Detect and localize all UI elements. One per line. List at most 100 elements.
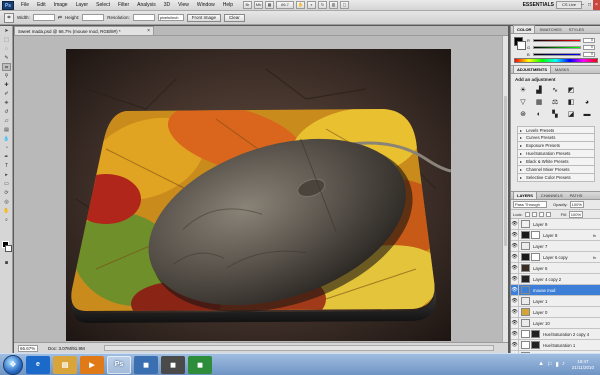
exposure-icon[interactable]: ◩ — [565, 86, 577, 95]
document-tab[interactable]: Sweet mada.psd @ 66.7% (mouse mod, RGB/8… — [14, 26, 154, 35]
menu-filter[interactable]: Filter — [114, 0, 133, 11]
history-brush-tool-icon[interactable]: ↺ — [2, 108, 11, 116]
slider-value-field[interactable]: 0 — [583, 44, 595, 50]
height-field[interactable] — [82, 14, 105, 21]
lock-position-icon[interactable] — [538, 211, 544, 217]
show-hidden-icons-icon[interactable]: ▲ — [538, 361, 544, 368]
document-size-info[interactable]: Doc: 3.07M/91.9M — [48, 346, 85, 351]
visibility-eye-icon[interactable]: 👁 — [511, 273, 519, 285]
front-image-button[interactable]: Front Image — [186, 13, 222, 22]
slider-value-field[interactable]: 0 — [583, 37, 595, 43]
move-tool-icon[interactable]: ➤ — [2, 27, 11, 35]
taskbar-app-pinned-1[interactable]: ◼ — [134, 355, 158, 374]
tab-channels[interactable]: CHANNELS — [538, 192, 566, 199]
quick-selection-tool-icon[interactable]: ✎ — [2, 54, 11, 62]
vibrance-icon[interactable]: ▽ — [517, 98, 529, 107]
layer-row[interactable]: 👁 Hue/Saturation 2 copy 4 — [511, 328, 600, 340]
background-color-chip[interactable] — [517, 41, 526, 50]
layer-effects-icon[interactable]: fx — [593, 233, 596, 238]
tab-swatches[interactable]: SWATCHES — [536, 26, 564, 33]
close-document-icon[interactable]: × — [147, 28, 150, 34]
gradient-map-icon[interactable]: ▬ — [581, 110, 593, 119]
visibility-eye-icon[interactable]: 👁 — [511, 306, 519, 318]
action-center-icon[interactable]: ⚐ — [547, 361, 552, 368]
visibility-eye-icon[interactable]: 👁 — [511, 339, 519, 351]
volume-icon[interactable]: ♪ — [562, 361, 565, 368]
slider-track[interactable] — [533, 52, 581, 56]
adjustment-preset-item[interactable]: Channel Mixer Presets — [517, 166, 595, 174]
brush-tool-icon[interactable]: ✐ — [2, 90, 11, 98]
layer-row[interactable]: 👁 Layer 0 — [511, 306, 600, 318]
adjustment-preset-item[interactable]: Exposure Presets — [517, 142, 595, 150]
layer-row[interactable]: 👁 Layer 6 copy fx — [511, 251, 600, 263]
visibility-eye-icon[interactable]: 👁 — [511, 218, 519, 230]
zoom-level-field[interactable]: 66.7 — [276, 1, 295, 9]
slider-value-field[interactable]: 0 — [583, 51, 595, 57]
workspace-switcher[interactable]: ESSENTIALS — [523, 2, 554, 8]
adjustment-preset-item[interactable]: Curves Presets — [517, 134, 595, 142]
layer-row[interactable]: 👁 Layer 7 — [511, 240, 600, 252]
rotate-view-icon[interactable]: ↻ — [318, 1, 328, 9]
close-button[interactable]: × — [593, 0, 600, 10]
tab-masks[interactable]: MASKS — [552, 66, 572, 73]
visibility-eye-icon[interactable]: 👁 — [511, 251, 519, 263]
visibility-eye-icon[interactable]: 👁 — [511, 295, 519, 307]
background-color-swatch[interactable] — [5, 245, 12, 252]
zoom-tool-icon[interactable]: ⌕ — [307, 1, 317, 9]
status-zoom-field[interactable]: 66.67% — [18, 344, 38, 352]
start-button[interactable]: ❖ — [3, 354, 23, 375]
menu-select[interactable]: Select — [92, 0, 114, 11]
resolution-field[interactable] — [132, 14, 155, 21]
system-clock[interactable]: 19:47 21/11/2010 — [572, 359, 594, 371]
visibility-eye-icon[interactable]: 👁 — [511, 328, 519, 340]
quick-mask-icon[interactable]: ◙ — [2, 259, 11, 267]
black-white-icon[interactable]: ◧ — [565, 98, 577, 107]
invert-icon[interactable]: ◐ — [533, 110, 545, 119]
resolution-unit-select[interactable]: pixels/inch — [157, 14, 184, 21]
eyedropper-tool-icon[interactable]: ⚲ — [2, 72, 11, 80]
3d-orbit-tool-icon[interactable]: ◎ — [2, 198, 11, 206]
adjustment-preset-item[interactable]: Hue/Saturation Presets — [517, 150, 595, 158]
bridge-icon[interactable]: Br — [243, 1, 253, 9]
layer-mask-thumbnail[interactable] — [531, 341, 540, 349]
hue-saturation-icon[interactable]: ▦ — [533, 98, 545, 107]
taskbar-app-pinned-2[interactable]: ◼ — [161, 355, 185, 374]
layer-mask-thumbnail[interactable] — [531, 253, 540, 261]
view-extras-icon[interactable]: ▦ — [265, 1, 275, 9]
layer-row[interactable]: 👁 Layer 10 — [511, 317, 600, 329]
menu-help[interactable]: Help — [219, 0, 237, 11]
path-selection-tool-icon[interactable]: ▸ — [2, 171, 11, 179]
menu-window[interactable]: Window — [193, 0, 219, 11]
tab-color[interactable]: COLOR — [513, 25, 536, 33]
color-spectrum[interactable] — [514, 58, 598, 63]
document-canvas[interactable] — [66, 49, 451, 341]
screen-mode-icon[interactable]: ▢ — [340, 1, 350, 9]
arrange-documents-icon[interactable]: ▥ — [329, 1, 339, 9]
levels-icon[interactable]: ▟ — [533, 86, 545, 95]
horizontal-scrollbar[interactable] — [104, 345, 494, 351]
layer-mask-thumbnail[interactable] — [531, 231, 540, 239]
clone-stamp-tool-icon[interactable]: ⎈ — [2, 99, 11, 107]
zoom-tool-icon[interactable]: ⌕ — [2, 216, 11, 224]
adjustment-preset-item[interactable]: Levels Presets — [517, 126, 595, 134]
channel-mixer-icon[interactable]: ⊛ — [517, 110, 529, 119]
layer-effects-icon[interactable]: fx — [593, 255, 596, 260]
crop-tool-icon[interactable]: ⌗ — [2, 63, 11, 71]
pen-tool-icon[interactable]: ✒ — [2, 153, 11, 161]
layer-mask-thumbnail[interactable] — [531, 330, 540, 338]
lock-all-icon[interactable] — [545, 211, 551, 217]
threshold-icon[interactable]: ◪ — [565, 110, 577, 119]
color-balance-icon[interactable]: ⚖ — [549, 98, 561, 107]
layer-row[interactable]: 👁 Layer 9 — [511, 218, 600, 230]
menu-analysis[interactable]: Analysis — [133, 0, 160, 11]
marquee-tool-icon[interactable]: ⬚ — [2, 36, 11, 44]
taskbar-app-photoshop[interactable]: Ps — [107, 355, 131, 374]
visibility-eye-icon[interactable]: 👁 — [511, 240, 519, 252]
layer-row[interactable]: 👁 Hue/Saturation 1 — [511, 339, 600, 351]
blur-tool-icon[interactable]: 💧 — [2, 135, 11, 143]
vertical-scrollbar[interactable] — [502, 36, 508, 342]
lasso-tool-icon[interactable]: ◌ — [2, 45, 11, 53]
minimize-button[interactable]: – — [579, 0, 586, 10]
menu-image[interactable]: Image — [50, 0, 72, 11]
menu-3d[interactable]: 3D — [160, 0, 174, 11]
